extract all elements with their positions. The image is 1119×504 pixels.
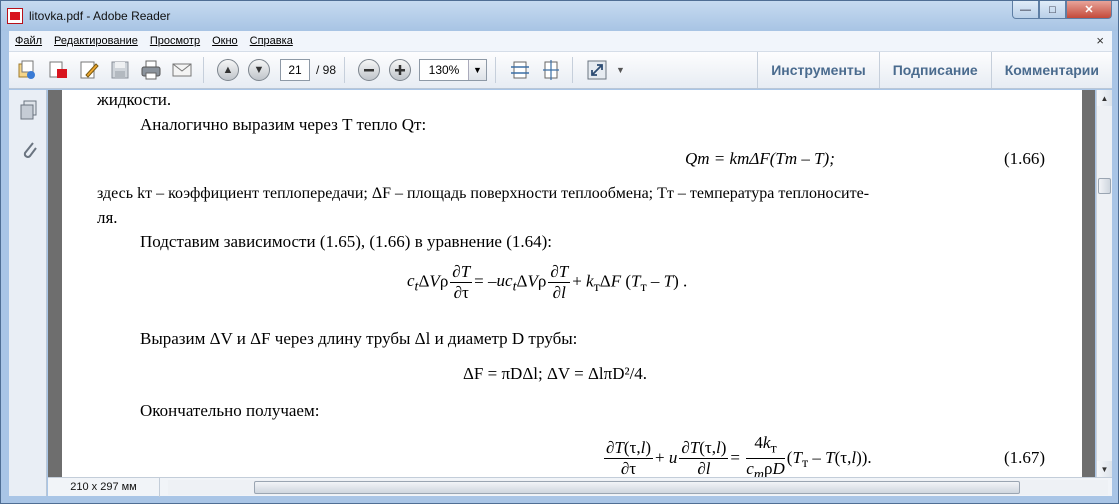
toolbar-separator <box>203 57 204 83</box>
chevron-down-icon[interactable]: ▼ <box>468 60 487 80</box>
toolbar-separator <box>495 57 497 83</box>
scroll-thumb[interactable] <box>254 481 1020 494</box>
menu-window[interactable]: Окно <box>206 35 244 47</box>
toolbar-options-icon[interactable]: ▼ <box>616 65 625 75</box>
scroll-down-icon[interactable]: ▼ <box>1097 461 1112 477</box>
page-number-input[interactable]: 21 <box>280 59 310 81</box>
equation-area-volume: ΔF = πDΔl; ΔV = ΔlπD²/4. <box>463 364 648 383</box>
scroll-up-icon[interactable]: ▲ <box>1097 90 1112 106</box>
zoom-value: 130% <box>428 63 460 77</box>
text-line: здесь kт – коэффициент теплопередачи; ΔF… <box>97 185 870 202</box>
pdf-icon <box>7 8 23 24</box>
text-line: Выразим ΔV и ΔF через длину трубы Δl и д… <box>140 329 578 348</box>
edit-icon[interactable] <box>76 57 102 83</box>
previous-page-button[interactable]: ▲ <box>215 57 241 83</box>
equation-number: (1.67) <box>1004 448 1046 467</box>
text-line: жидкости. <box>97 90 172 109</box>
fit-page-icon[interactable] <box>538 57 564 83</box>
close-document-icon[interactable]: × <box>1096 33 1104 48</box>
text-line: Аналогично выразим через T тепло Qт: <box>140 115 427 134</box>
scroll-thumb[interactable] <box>1098 178 1111 194</box>
zoom-select[interactable]: 130% ▼ <box>419 59 488 81</box>
menu-file[interactable]: Файл <box>9 35 48 47</box>
title-bar[interactable]: litovka.pdf - Adobe Reader — □ ✕ <box>1 1 1118 31</box>
minus-icon <box>358 59 381 81</box>
horizontal-scrollbar[interactable] <box>168 480 1108 495</box>
email-icon[interactable] <box>169 57 195 83</box>
navigation-panel <box>9 90 47 496</box>
page-size-label: 210 x 297 мм <box>48 477 160 497</box>
vertical-scrollbar[interactable]: ▲ ▼ <box>1096 90 1112 477</box>
text-line: ля. <box>97 208 118 227</box>
tools-pane-button[interactable]: Инструменты <box>757 52 879 88</box>
equation-substituted: ctΔVρ ∂T ∂τ = –uctΔVρ ∂T ∂l + kтΔF (Tт – T) . <box>407 262 688 302</box>
next-page-button[interactable]: ▼ <box>246 57 272 83</box>
equation-number: (1.66) <box>1004 149 1046 168</box>
equation-1-66: Qт = kтΔF(Tт – T); <box>685 149 835 168</box>
print-icon[interactable] <box>138 57 164 83</box>
text-line: Окончательно получаем: <box>140 401 320 420</box>
zoom-out-button[interactable] <box>356 57 382 83</box>
menu-edit[interactable]: Редактирование <box>48 35 144 47</box>
text-line: Подставим зависимости (1.65), (1.66) в у… <box>140 232 553 251</box>
create-pdf-icon[interactable] <box>45 57 71 83</box>
app-window: litovka.pdf - Adobe Reader — □ ✕ Файл Ре… <box>0 0 1119 504</box>
sign-pane-button[interactable]: Подписание <box>878 52 991 88</box>
pdf-page: жидкости. Аналогично выразим через T теп… <box>62 90 1082 477</box>
menu-view[interactable]: Просмотр <box>144 35 206 47</box>
arrow-up-icon: ▲ <box>217 59 239 81</box>
minimize-button[interactable]: — <box>1012 1 1039 19</box>
full-screen-icon[interactable] <box>584 57 610 83</box>
menu-bar: Файл Редактирование Просмотр Окно Справк… <box>9 31 1112 51</box>
toolbar-separator <box>572 57 574 83</box>
equation-1-67: ∂T(τ,l) ∂τ + u ∂T(τ,l) ∂l = 4kт cтρD (Tт – T(τ,… <box>604 433 872 477</box>
attachments-icon[interactable] <box>18 138 40 162</box>
toolbar-separator <box>344 57 346 83</box>
status-bar: 210 x 297 мм <box>48 477 1112 497</box>
open-icon[interactable] <box>14 57 40 83</box>
plus-icon <box>389 59 412 81</box>
arrow-down-icon: ▼ <box>248 59 270 81</box>
window-title: litovka.pdf - Adobe Reader <box>29 9 171 23</box>
save-icon[interactable] <box>107 57 133 83</box>
zoom-in-button[interactable] <box>387 57 413 83</box>
comment-pane-button[interactable]: Комментарии <box>990 52 1112 88</box>
menu-help[interactable]: Справка <box>244 35 299 47</box>
toolbar: ▲ ▼ 21 / 98 130% ▼ ▼ Инструменты Подписа… <box>9 51 1112 89</box>
close-button[interactable]: ✕ <box>1066 1 1112 19</box>
maximize-button[interactable]: □ <box>1039 1 1066 19</box>
page-total: / 98 <box>316 63 337 77</box>
page-thumbnails-icon[interactable] <box>18 98 40 122</box>
document-viewport[interactable]: жидкости. Аналогично выразим через T теп… <box>48 90 1095 477</box>
fit-width-icon[interactable] <box>507 57 533 83</box>
